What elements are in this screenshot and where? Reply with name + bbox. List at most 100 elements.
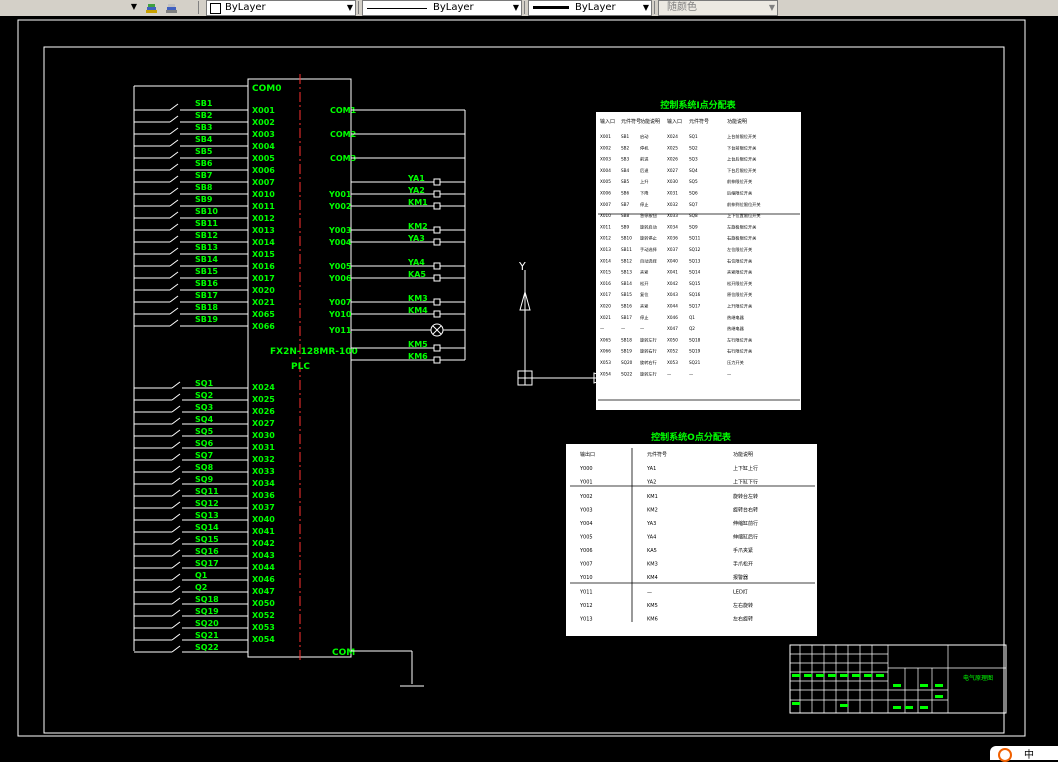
output-table-cell: 手爪夹紧 [733, 547, 753, 554]
input-table-cell: SQ5 [689, 179, 698, 184]
input-table-cell: — [727, 371, 731, 376]
input-terminal-label: X042 [252, 539, 275, 548]
switch-contact-icon [169, 271, 179, 279]
input-table-cell: — [689, 371, 693, 376]
layer-states-icon[interactable] [145, 1, 158, 13]
input-table-cell: X042 [667, 281, 678, 286]
switch-contact-icon [171, 477, 181, 485]
input-terminal-label: X041 [252, 527, 275, 536]
input-table-cell: X027 [667, 168, 678, 173]
input-table-cell: 后缩限位开关 [727, 190, 752, 197]
dropdown-arrow-icon[interactable]: ▼ [128, 0, 140, 14]
input-terminal-label: X033 [252, 467, 275, 476]
switch-label: SQ18 [195, 595, 219, 604]
plotstyle-control-label: 随颜色 [667, 2, 697, 13]
coil-icon [433, 262, 441, 270]
switch-contact-icon [171, 597, 181, 605]
input-table-cell: SQ18 [689, 337, 701, 342]
input-table-cell: X030 [667, 179, 678, 184]
switch-contact-icon [169, 151, 179, 159]
drawing-svg[interactable]: COM0 FX2N-128MR-100 PLC COM X001 X002 X003… [0, 16, 1058, 738]
input-table-cell: 压力开关 [727, 359, 744, 366]
status-area: 中 [0, 738, 1058, 762]
output-table-cell: 伸缩缸前行 [733, 520, 758, 527]
input-table-cell: 手动选择 [640, 246, 658, 253]
switch-label: Q2 [195, 583, 207, 592]
coil-icon [433, 298, 441, 306]
title-block: 电气原理图 [789, 644, 1007, 714]
input-table-cell: 上下位置限位开关 [727, 212, 761, 219]
input-table-cell: 上升限位开关 [727, 303, 752, 310]
output-table-cell: 上下缸上行 [733, 465, 758, 472]
output-table-cell: Y003 [579, 508, 593, 514]
switch-label: SB10 [195, 207, 218, 216]
switch-contact-icon [171, 465, 181, 473]
linetype-control-dropdown[interactable]: ByLayer ▼ [362, 0, 522, 16]
switch-label: SQ17 [195, 559, 219, 568]
input-table-cell: X001 [600, 134, 611, 139]
input-table-cell: 左旋极限位开关 [727, 223, 756, 230]
switch-contact-icon [171, 417, 181, 425]
title-block-stamp [935, 695, 943, 698]
lineweight-control-label: ByLayer [575, 2, 616, 13]
input-table-cell: SB18 [621, 337, 632, 342]
ime-logo-icon [998, 748, 1012, 762]
input-terminal-label: X004 [252, 142, 275, 151]
lineweight-preview-icon [533, 6, 569, 9]
switch-contact-icon [169, 259, 179, 267]
input-table-cell: SB17 [621, 315, 632, 320]
output-table: 控制系统O点分配表 输出口 元件符号 功能说明 Y000 YA1 上下缸上行 Y001 YA2… [566, 431, 817, 636]
input-table-cell: 停机 [640, 144, 649, 151]
input-table-cell: X014 [600, 258, 611, 263]
output-table-cell: 上下缸下行 [733, 479, 758, 486]
input-terminal-label: X026 [252, 407, 275, 416]
title-block-stamp [840, 674, 848, 677]
input-table-cell: SQ3 [689, 157, 698, 162]
switch-label: SQ4 [195, 415, 214, 424]
linetype-control-label: ByLayer [433, 2, 474, 13]
switch-contact-icon [169, 295, 179, 303]
drawing-canvas[interactable]: COM0 FX2N-128MR-100 PLC COM X001 X002 X003… [0, 16, 1058, 738]
output-table-header: 功能说明 [733, 451, 753, 458]
switch-label: SB1 [195, 99, 213, 108]
input-terminal-label: X052 [252, 611, 275, 620]
switch-label: SB5 [195, 147, 213, 156]
output-table-cell: LED灯 [733, 589, 748, 596]
input-table-cell: X021 [600, 315, 611, 320]
input-terminal-label: X065 [252, 310, 275, 319]
switch-label: SQ20 [195, 619, 219, 628]
switch-label: SQ14 [195, 523, 219, 532]
output-table-cell: Y012 [579, 603, 593, 609]
input-terminal-label: X030 [252, 431, 275, 440]
input-table-cell: 左行限位开关 [727, 336, 752, 343]
output-table-cell: 伸缩缸后行 [733, 534, 758, 541]
input-table-cell: SB1 [621, 134, 630, 139]
input-table-cell: X004 [600, 168, 611, 173]
output-table-cell: YA2 [646, 480, 656, 486]
lineweight-control-dropdown[interactable]: ByLayer ▼ [528, 0, 652, 16]
input-table-cell: SQ21 [689, 360, 701, 365]
output-table-cell: Y005 [579, 535, 593, 541]
plotstyle-control-dropdown[interactable]: 随颜色 ▼ [658, 0, 778, 16]
input-terminal-label: X054 [252, 635, 275, 644]
title-block-stamp [893, 706, 901, 709]
switch-contact-icon [169, 223, 179, 231]
output-table-cell: Y006 [579, 548, 593, 554]
input-table-cell: SB16 [621, 304, 632, 309]
input-table-cell: SQ19 [689, 349, 701, 354]
output-terminal-label: Y006 [328, 274, 352, 283]
input-terminal-label: X015 [252, 250, 275, 259]
input-table-cell: — [600, 326, 604, 331]
input-table-cell: X037 [667, 247, 678, 252]
input-table-cell: SQ7 [689, 202, 698, 207]
switch-label: SB2 [195, 111, 212, 120]
title-block-stamp [920, 706, 928, 709]
input-table-cell: 原位限位开关 [727, 291, 752, 298]
input-table-cell: X032 [667, 202, 678, 207]
inputs-bottom-group: SQ1 SQ2 SQ3 SQ4 SQ5 SQ6 SQ7 SQ8 SQ9 SQ11 SQ12 SQ13 S… [134, 379, 275, 653]
color-control-dropdown[interactable]: ByLayer ▼ [206, 0, 356, 16]
input-table-cell: 上台前限位开关 [727, 133, 756, 140]
input-table-cell: 旋转启动 [640, 223, 657, 230]
output-table-cell: Y011 [579, 590, 593, 596]
layer-previous-icon[interactable] [165, 1, 178, 13]
